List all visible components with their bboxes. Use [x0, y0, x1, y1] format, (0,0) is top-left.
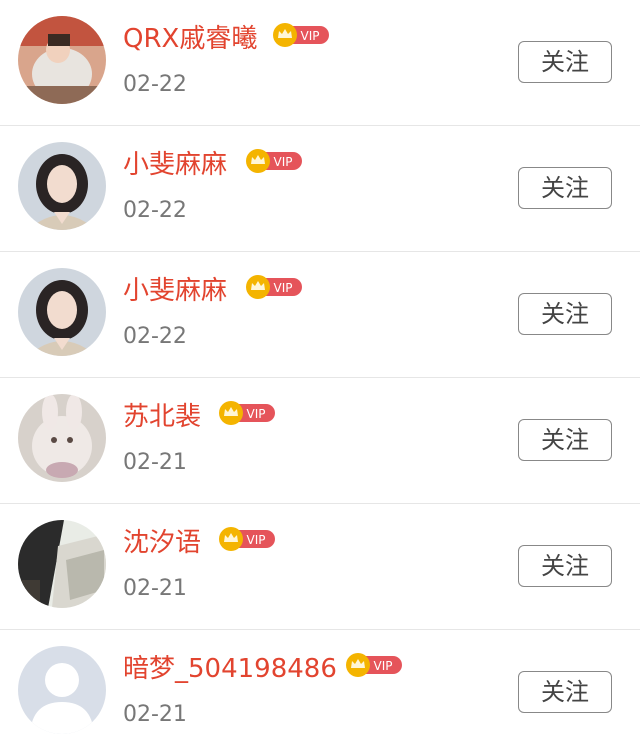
- follow-date: 02-22: [123, 324, 187, 349]
- vip-badge: VIP: [218, 400, 276, 426]
- user-name[interactable]: QRX戚睿曦: [123, 22, 257, 56]
- user-name[interactable]: 暗梦_504198486: [123, 652, 337, 686]
- svg-text:VIP: VIP: [301, 29, 320, 43]
- avatar[interactable]: [18, 394, 106, 482]
- avatar[interactable]: [18, 520, 106, 608]
- svg-text:VIP: VIP: [374, 659, 393, 673]
- list-item[interactable]: 苏北裴 VIP 02-21 关注: [0, 378, 640, 504]
- avatar[interactable]: [18, 268, 106, 356]
- list-item[interactable]: 小斐麻麻 VIP 02-22 关注: [0, 126, 640, 252]
- vip-badge: VIP: [345, 652, 403, 678]
- follow-date: 02-22: [123, 72, 187, 97]
- avatar[interactable]: [18, 16, 106, 104]
- user-name[interactable]: 小斐麻麻: [123, 148, 227, 182]
- svg-text:VIP: VIP: [247, 407, 266, 421]
- avatar[interactable]: [18, 142, 106, 230]
- user-name[interactable]: 小斐麻麻: [123, 274, 227, 308]
- list-item[interactable]: 沈汐语 VIP 02-21 关注: [0, 504, 640, 630]
- follow-date: 02-21: [123, 576, 187, 601]
- vip-badge: VIP: [218, 526, 276, 552]
- follow-button[interactable]: 关注: [518, 293, 612, 335]
- follow-button[interactable]: 关注: [518, 167, 612, 209]
- list-item[interactable]: 小斐麻麻 VIP 02-22 关注: [0, 252, 640, 378]
- follow-button[interactable]: 关注: [518, 419, 612, 461]
- vip-badge: VIP: [245, 148, 303, 174]
- list-item[interactable]: QRX戚睿曦 VIP 02-22 关注: [0, 0, 640, 126]
- user-name[interactable]: 苏北裴: [123, 400, 201, 434]
- follow-date: 02-22: [123, 198, 187, 223]
- svg-text:VIP: VIP: [247, 533, 266, 547]
- follow-date: 02-21: [123, 702, 187, 727]
- vip-badge: VIP: [245, 274, 303, 300]
- follow-date: 02-21: [123, 450, 187, 475]
- follow-button[interactable]: 关注: [518, 671, 612, 713]
- vip-badge: VIP: [272, 22, 330, 48]
- follow-button[interactable]: 关注: [518, 41, 612, 83]
- svg-text:VIP: VIP: [274, 281, 293, 295]
- svg-text:VIP: VIP: [274, 155, 293, 169]
- follow-list: QRX戚睿曦 VIP 02-22 关注 小斐麻麻 VIP 02-22 关注 小斐…: [0, 0, 640, 751]
- follow-button[interactable]: 关注: [518, 545, 612, 587]
- avatar[interactable]: [18, 646, 106, 734]
- list-item[interactable]: 暗梦_504198486 VIP 02-21 关注: [0, 630, 640, 756]
- user-name[interactable]: 沈汐语: [123, 526, 201, 560]
